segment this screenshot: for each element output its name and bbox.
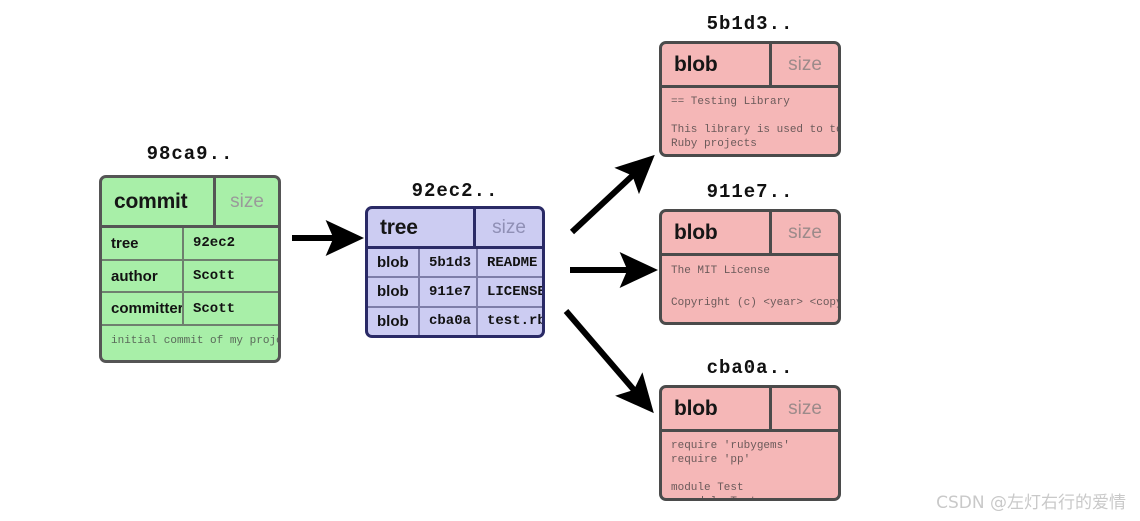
arrow-tree-to-blob-cba0a bbox=[563, 309, 654, 414]
commit-row-tree-key: tree bbox=[102, 228, 184, 259]
commit-node-body: tree 92ec2 author Scott committer Scott … bbox=[102, 228, 278, 360]
blob-911e7-size-label: size bbox=[788, 221, 822, 243]
tree-node-header: tree size bbox=[368, 209, 542, 249]
commit-row-committer: committer Scott bbox=[102, 293, 278, 327]
tree-entry-2-name: test.rb bbox=[487, 313, 542, 330]
tree-entry-row: blob 5b1d3 README bbox=[368, 249, 542, 279]
tree-entry-1-hash: 911e7 bbox=[420, 278, 478, 306]
blob-cba0a-type-label: blob bbox=[662, 388, 772, 429]
blob-5b1d3-header: blob size bbox=[662, 44, 838, 88]
tree-entry-0-name: README bbox=[487, 254, 538, 271]
commit-size-label: size bbox=[230, 190, 264, 212]
commit-row-author-key: author bbox=[102, 260, 184, 292]
blob-911e7-content: The MIT License Copyright (c) <year> <co… bbox=[671, 265, 838, 309]
commit-node[interactable]: commit size tree 92ec2 author Scott comm… bbox=[99, 175, 281, 363]
diagram-canvas: 98ca9.. commit size tree 92ec2 author Sc… bbox=[0, 0, 1140, 521]
tree-type-label: tree bbox=[368, 209, 476, 246]
commit-row-committer-key: committer bbox=[102, 293, 184, 325]
blob-911e7-body: The MIT License Copyright (c) <year> <co… bbox=[662, 256, 838, 322]
tree-entry-1-mode: blob bbox=[368, 278, 420, 306]
blob-5b1d3-hash-label: 5b1d3.. bbox=[706, 13, 794, 35]
tree-entry-0-hash: 5b1d3 bbox=[420, 249, 478, 277]
commit-row-tree-value: 92ec2 bbox=[193, 235, 236, 252]
blob-5b1d3-type-label: blob bbox=[662, 44, 772, 85]
tree-node[interactable]: tree size blob 5b1d3 README blob 911e7 L… bbox=[365, 206, 545, 338]
blob-911e7-type-label: blob bbox=[662, 212, 772, 253]
tree-entry-row: blob cba0a test.rb bbox=[368, 307, 542, 335]
blob-5b1d3-body: == Testing Library This library is used … bbox=[662, 88, 838, 154]
commit-row-tree: tree 92ec2 bbox=[102, 228, 278, 261]
tree-entry-row: blob 911e7 LICENSE bbox=[368, 278, 542, 308]
tree-hash-label: 92ec2.. bbox=[411, 180, 499, 202]
blob-node-911e7[interactable]: blob size The MIT License Copyright (c) … bbox=[659, 209, 841, 325]
arrow-tree-to-blob-5b1d3 bbox=[569, 154, 655, 235]
commit-row-committer-value: Scott bbox=[193, 300, 236, 317]
tree-entry-2-hash: cba0a bbox=[420, 307, 478, 335]
csdn-watermark: CSDN @左灯右行的爱情 bbox=[936, 493, 1126, 513]
tree-entry-0-mode: blob bbox=[368, 249, 420, 277]
blob-cba0a-size-label: size bbox=[788, 397, 822, 419]
commit-node-header: commit size bbox=[102, 178, 278, 228]
tree-size-label: size bbox=[492, 216, 526, 238]
tree-entry-2-mode: blob bbox=[368, 307, 420, 335]
blob-cba0a-header: blob size bbox=[662, 388, 838, 432]
blob-cba0a-content: require 'rubygems' require 'pp' module T… bbox=[671, 440, 790, 498]
commit-hash-label: 98ca9.. bbox=[146, 143, 234, 165]
tree-node-body: blob 5b1d3 README blob 911e7 LICENSE blo… bbox=[368, 249, 542, 335]
commit-message: initial commit of my project bbox=[111, 335, 278, 348]
commit-type-label: commit bbox=[102, 178, 216, 225]
blob-5b1d3-size-label: size bbox=[788, 53, 822, 75]
tree-entry-1-name: LICENSE bbox=[487, 283, 542, 300]
commit-row-author-value: Scott bbox=[193, 268, 236, 284]
blob-cba0a-hash-label: cba0a.. bbox=[706, 357, 794, 379]
blob-911e7-hash-label: 911e7.. bbox=[706, 181, 794, 203]
blob-node-5b1d3[interactable]: blob size == Testing Library This librar… bbox=[659, 41, 841, 157]
commit-row-author: author Scott bbox=[102, 260, 278, 294]
blob-cba0a-body: require 'rubygems' require 'pp' module T… bbox=[662, 432, 838, 498]
blob-5b1d3-content: == Testing Library This library is used … bbox=[671, 96, 838, 150]
blob-911e7-header: blob size bbox=[662, 212, 838, 256]
blob-node-cba0a[interactable]: blob size require 'rubygems' require 'pp… bbox=[659, 385, 841, 501]
